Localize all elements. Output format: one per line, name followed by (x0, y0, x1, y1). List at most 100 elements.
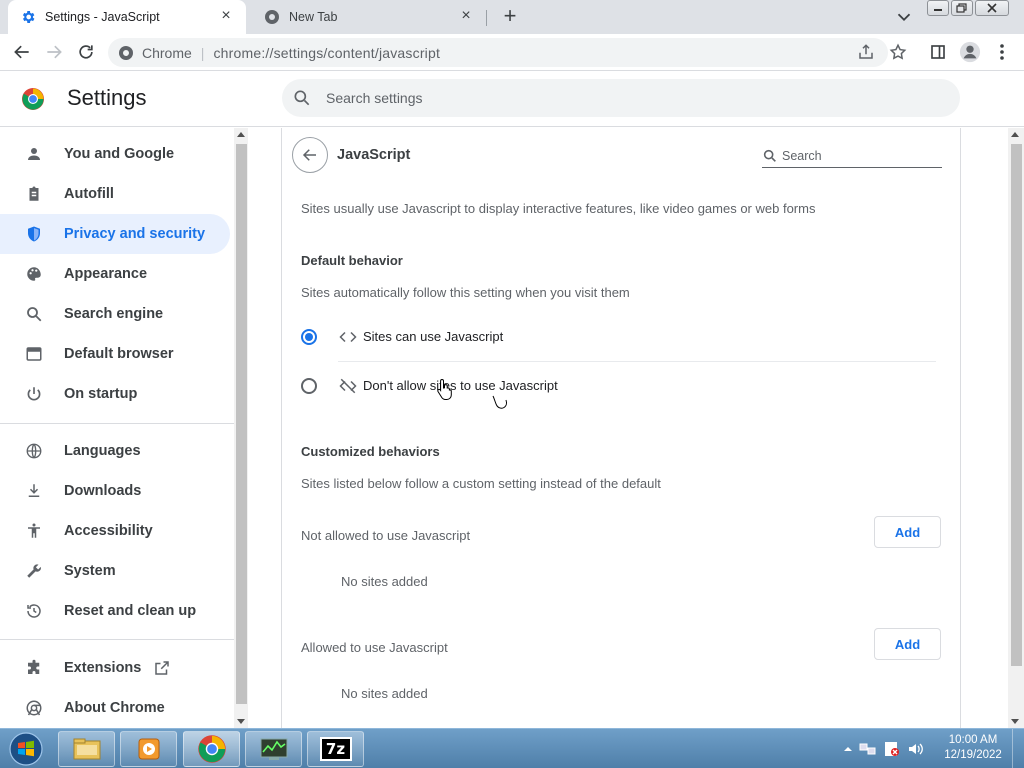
close-window-button[interactable] (975, 0, 1009, 16)
sidebar-item-downloads[interactable]: Downloads (0, 471, 230, 511)
back-arrow-icon[interactable] (9, 39, 35, 65)
globe-icon (24, 441, 44, 461)
tab-divider (486, 10, 487, 26)
task-manager-icon[interactable] (245, 731, 302, 767)
download-icon (24, 481, 44, 501)
scroll-down-arrow-icon[interactable] (1011, 719, 1019, 724)
sidebar-item-label: Privacy and security (64, 226, 206, 242)
chrome-logo-icon (21, 87, 45, 111)
sidebar-item-you-and-google[interactable]: You and Google (0, 134, 230, 174)
option-label-allow[interactable]: Sites can use Javascript (363, 329, 503, 344)
forward-arrow-icon[interactable] (41, 39, 67, 65)
chrome-icon[interactable] (183, 731, 240, 767)
sidebar-item-label: On startup (64, 386, 138, 402)
sidebar-item-label: Downloads (64, 483, 142, 499)
scroll-down-arrow-icon[interactable] (237, 719, 245, 724)
radio-allow-javascript[interactable] (301, 329, 317, 345)
sidebar-item-reset-and-clean-up[interactable]: Reset and clean up (0, 591, 230, 631)
search-icon (292, 88, 312, 108)
volume-icon[interactable] (907, 741, 925, 757)
person-icon (24, 144, 44, 164)
close-tab-icon[interactable]: × (218, 8, 234, 25)
option-label-block[interactable]: Don't allow sites to use Javascript (363, 378, 558, 393)
tab-new-tab[interactable]: New Tab × (252, 0, 486, 34)
sidebar-item-label: Appearance (64, 266, 148, 282)
external-link-icon (153, 659, 171, 677)
omnibox-separator: | (200, 44, 205, 61)
sidebar-divider (0, 423, 234, 424)
start-button[interactable] (4, 730, 48, 768)
scroll-up-arrow-icon[interactable] (1011, 132, 1019, 137)
main-scroll-thumb[interactable] (1011, 144, 1022, 666)
sidebar-item-label: Search engine (64, 306, 164, 322)
accessibility-icon (24, 521, 44, 541)
windows-taskbar: 7z 10:00 AM 12/19/2022 (0, 728, 1024, 768)
sidebar-item-label: Extensions (64, 660, 142, 676)
sidebar-item-label: Autofill (64, 186, 114, 202)
sidebar-item-label: Languages (64, 443, 141, 459)
page-description: Sites usually use Javascript to display … (301, 201, 816, 216)
reload-icon[interactable] (73, 39, 99, 65)
site-chip: Chrome (142, 44, 192, 61)
media-player-icon[interactable] (120, 731, 177, 767)
tab-settings-javascript[interactable]: Settings - JavaScript × (8, 0, 246, 34)
chrome-globe-icon (264, 9, 280, 25)
close-tab-icon[interactable]: × (458, 8, 474, 25)
settings-header: Settings Search settings (0, 71, 1024, 127)
show-desktop-button[interactable] (1012, 729, 1024, 768)
sidebar-item-languages[interactable]: Languages (0, 431, 230, 471)
chrome-site-icon (118, 45, 134, 61)
sidebar-item-system[interactable]: System (0, 551, 230, 591)
back-button[interactable] (292, 137, 328, 173)
add-blocked-site-button[interactable]: Add (874, 516, 941, 548)
profile-avatar-icon[interactable] (957, 39, 983, 65)
side-panel-icon[interactable] (925, 39, 951, 65)
default-behavior-heading: Default behavior (301, 253, 403, 268)
sidebar-item-appearance[interactable]: Appearance (0, 254, 230, 294)
tray-expand-icon[interactable] (843, 744, 853, 754)
network-icon[interactable] (859, 741, 877, 757)
system-tray (843, 729, 925, 768)
sidebar-item-on-startup[interactable]: On startup (0, 374, 230, 414)
history-icon (24, 601, 44, 621)
page-search-input[interactable]: Search (762, 144, 942, 168)
url-text[interactable]: chrome://settings/content/javascript (213, 45, 440, 61)
default-behavior-subtitle: Sites automatically follow this setting … (301, 285, 630, 300)
sidebar-item-label: Default browser (64, 346, 174, 362)
sidebar-scroll-thumb[interactable] (236, 144, 247, 704)
sidebar-item-accessibility[interactable]: Accessibility (0, 511, 230, 551)
hand-cursor-icon (436, 378, 454, 400)
7zip-icon[interactable]: 7z (307, 731, 364, 767)
sidebar-scrollbar[interactable] (234, 128, 248, 728)
radio-block-javascript[interactable] (301, 378, 317, 394)
sidebar-item-extensions[interactable]: Extensions (0, 648, 230, 688)
tab-strip: Settings - JavaScript × New Tab × + (0, 0, 1024, 34)
allowed-empty-state: No sites added (341, 686, 428, 701)
sidebar-item-label: Reset and clean up (64, 603, 197, 619)
new-tab-button[interactable]: + (498, 5, 522, 29)
file-explorer-icon[interactable] (58, 731, 115, 767)
wrench-icon (24, 561, 44, 581)
scroll-up-arrow-icon[interactable] (237, 132, 245, 137)
settings-search-input[interactable]: Search settings (282, 79, 960, 117)
sidebar-item-search-engine[interactable]: Search engine (0, 294, 230, 334)
minimize-button[interactable] (927, 0, 949, 16)
sidebar-item-privacy-and-security[interactable]: Privacy and security (0, 214, 230, 254)
sidebar-item-autofill[interactable]: Autofill (0, 174, 230, 214)
restore-button[interactable] (951, 0, 973, 16)
action-center-icon[interactable] (883, 741, 901, 757)
address-bar[interactable]: Chrome | chrome://settings/content/javas… (108, 38, 907, 67)
window-controls (927, 0, 1009, 16)
gear-icon (20, 9, 36, 25)
main-scrollbar[interactable] (1008, 128, 1024, 728)
customized-behaviors-heading: Customized behaviors (301, 444, 440, 459)
7zip-label: 7z (319, 737, 352, 761)
more-menu-icon[interactable] (989, 39, 1015, 65)
star-bookmark-icon[interactable] (888, 42, 908, 62)
sidebar-item-default-browser[interactable]: Default browser (0, 334, 230, 374)
taskbar-clock[interactable]: 10:00 AM 12/19/2022 (940, 733, 1006, 763)
sidebar-item-about-chrome[interactable]: About Chrome (0, 688, 230, 728)
chevron-down-icon[interactable] (893, 6, 915, 28)
share-icon[interactable] (856, 42, 876, 62)
add-allowed-site-button[interactable]: Add (874, 628, 941, 660)
